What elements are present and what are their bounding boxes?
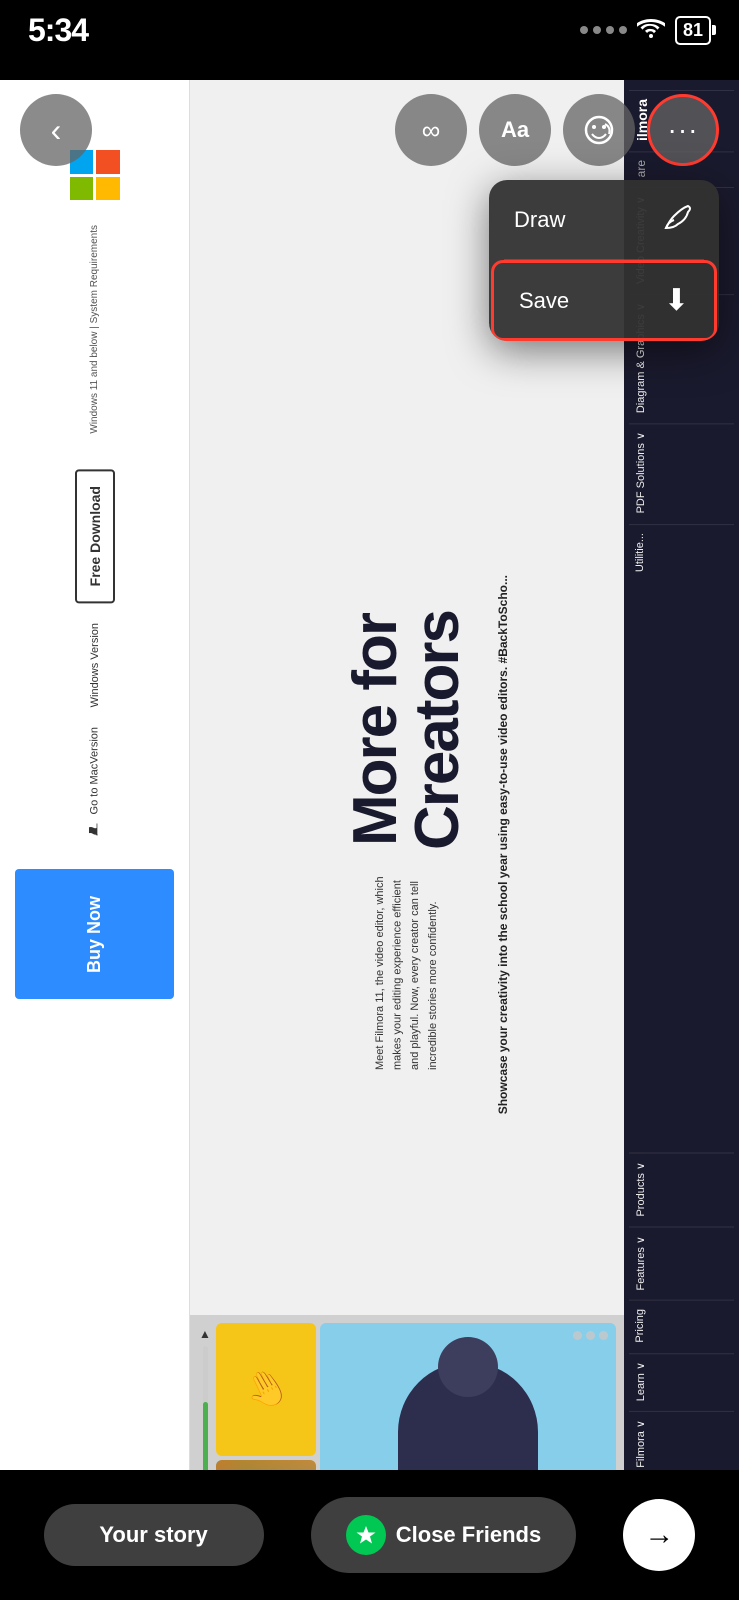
wifi-icon (637, 16, 665, 44)
font-button[interactable]: Aa (479, 94, 551, 166)
window-chrome (573, 1331, 608, 1340)
infinity-button[interactable]: ∞ (395, 94, 467, 166)
toolbar-right: ∞ Aa ··· (395, 94, 719, 166)
status-icons: 81 (580, 16, 711, 45)
arrow-icon: → (644, 1518, 674, 1552)
save-label: Save (519, 288, 569, 314)
main-content: Windows 11 and below | System Requiremen… (0, 80, 739, 1600)
draw-icon (662, 200, 694, 239)
your-story-button[interactable]: Your story (44, 1504, 264, 1566)
toolbar-left: ‹ (20, 94, 92, 166)
system-requirements: Windows 11 and below | System Requiremen… (87, 225, 102, 434)
nav-utilities[interactable]: Utilitie... (629, 524, 734, 580)
bottom-bar: Your story Close Friends → (0, 1470, 739, 1600)
more-button[interactable]: ··· (647, 94, 719, 166)
windows-version-label: Windows Version (89, 623, 101, 707)
save-icon: ⬇ (664, 283, 689, 318)
thumb-yellow: 🤚 (216, 1323, 316, 1456)
nav-features[interactable]: Features ∨ (629, 1227, 734, 1299)
scroll-up-arrow[interactable]: ▲ (199, 1327, 211, 1341)
draw-label: Draw (514, 207, 565, 233)
status-bar: 5:34 81 (0, 0, 739, 60)
battery-indicator: 81 (675, 16, 711, 45)
save-menu-item[interactable]: Save ⬇ (491, 260, 717, 341)
green-star-icon (346, 1515, 386, 1555)
scroll-thumb (203, 1402, 208, 1480)
person-head (438, 1337, 498, 1397)
nav-pdf[interactable]: PDF Solutions ∨ (629, 423, 734, 521)
draw-menu-item[interactable]: Draw (489, 180, 719, 259)
showcase-text: Showcase your creativity into the school… (494, 575, 614, 1114)
hero-subtitle: Meet Filmora 11, the video editor, which… (372, 870, 442, 1070)
signal-dots (580, 26, 627, 34)
nav-learn[interactable]: Learn ∨ (629, 1353, 734, 1409)
mac-version-link[interactable]: ⚑ Go to MacVersion (85, 727, 104, 838)
status-time: 5:34 (28, 12, 88, 49)
back-button[interactable]: ‹ (20, 94, 92, 166)
send-arrow-button[interactable]: → (623, 1499, 695, 1571)
hero-title: More forCreators (345, 611, 469, 850)
close-friends-button[interactable]: Close Friends (311, 1497, 576, 1573)
buy-now-button[interactable]: Buy Now (15, 869, 174, 999)
toolbar: ‹ ∞ Aa ··· (0, 80, 739, 180)
nav-pricing[interactable]: Pricing (629, 1300, 734, 1351)
left-download-panel: Windows 11 and below | System Requiremen… (0, 80, 190, 1600)
dropdown-menu: Draw Save ⬇ (489, 180, 719, 341)
sticker-button[interactable] (563, 94, 635, 166)
nav-products[interactable]: Products ∨ (629, 1153, 734, 1225)
free-download-button[interactable]: Free Download (75, 469, 115, 603)
